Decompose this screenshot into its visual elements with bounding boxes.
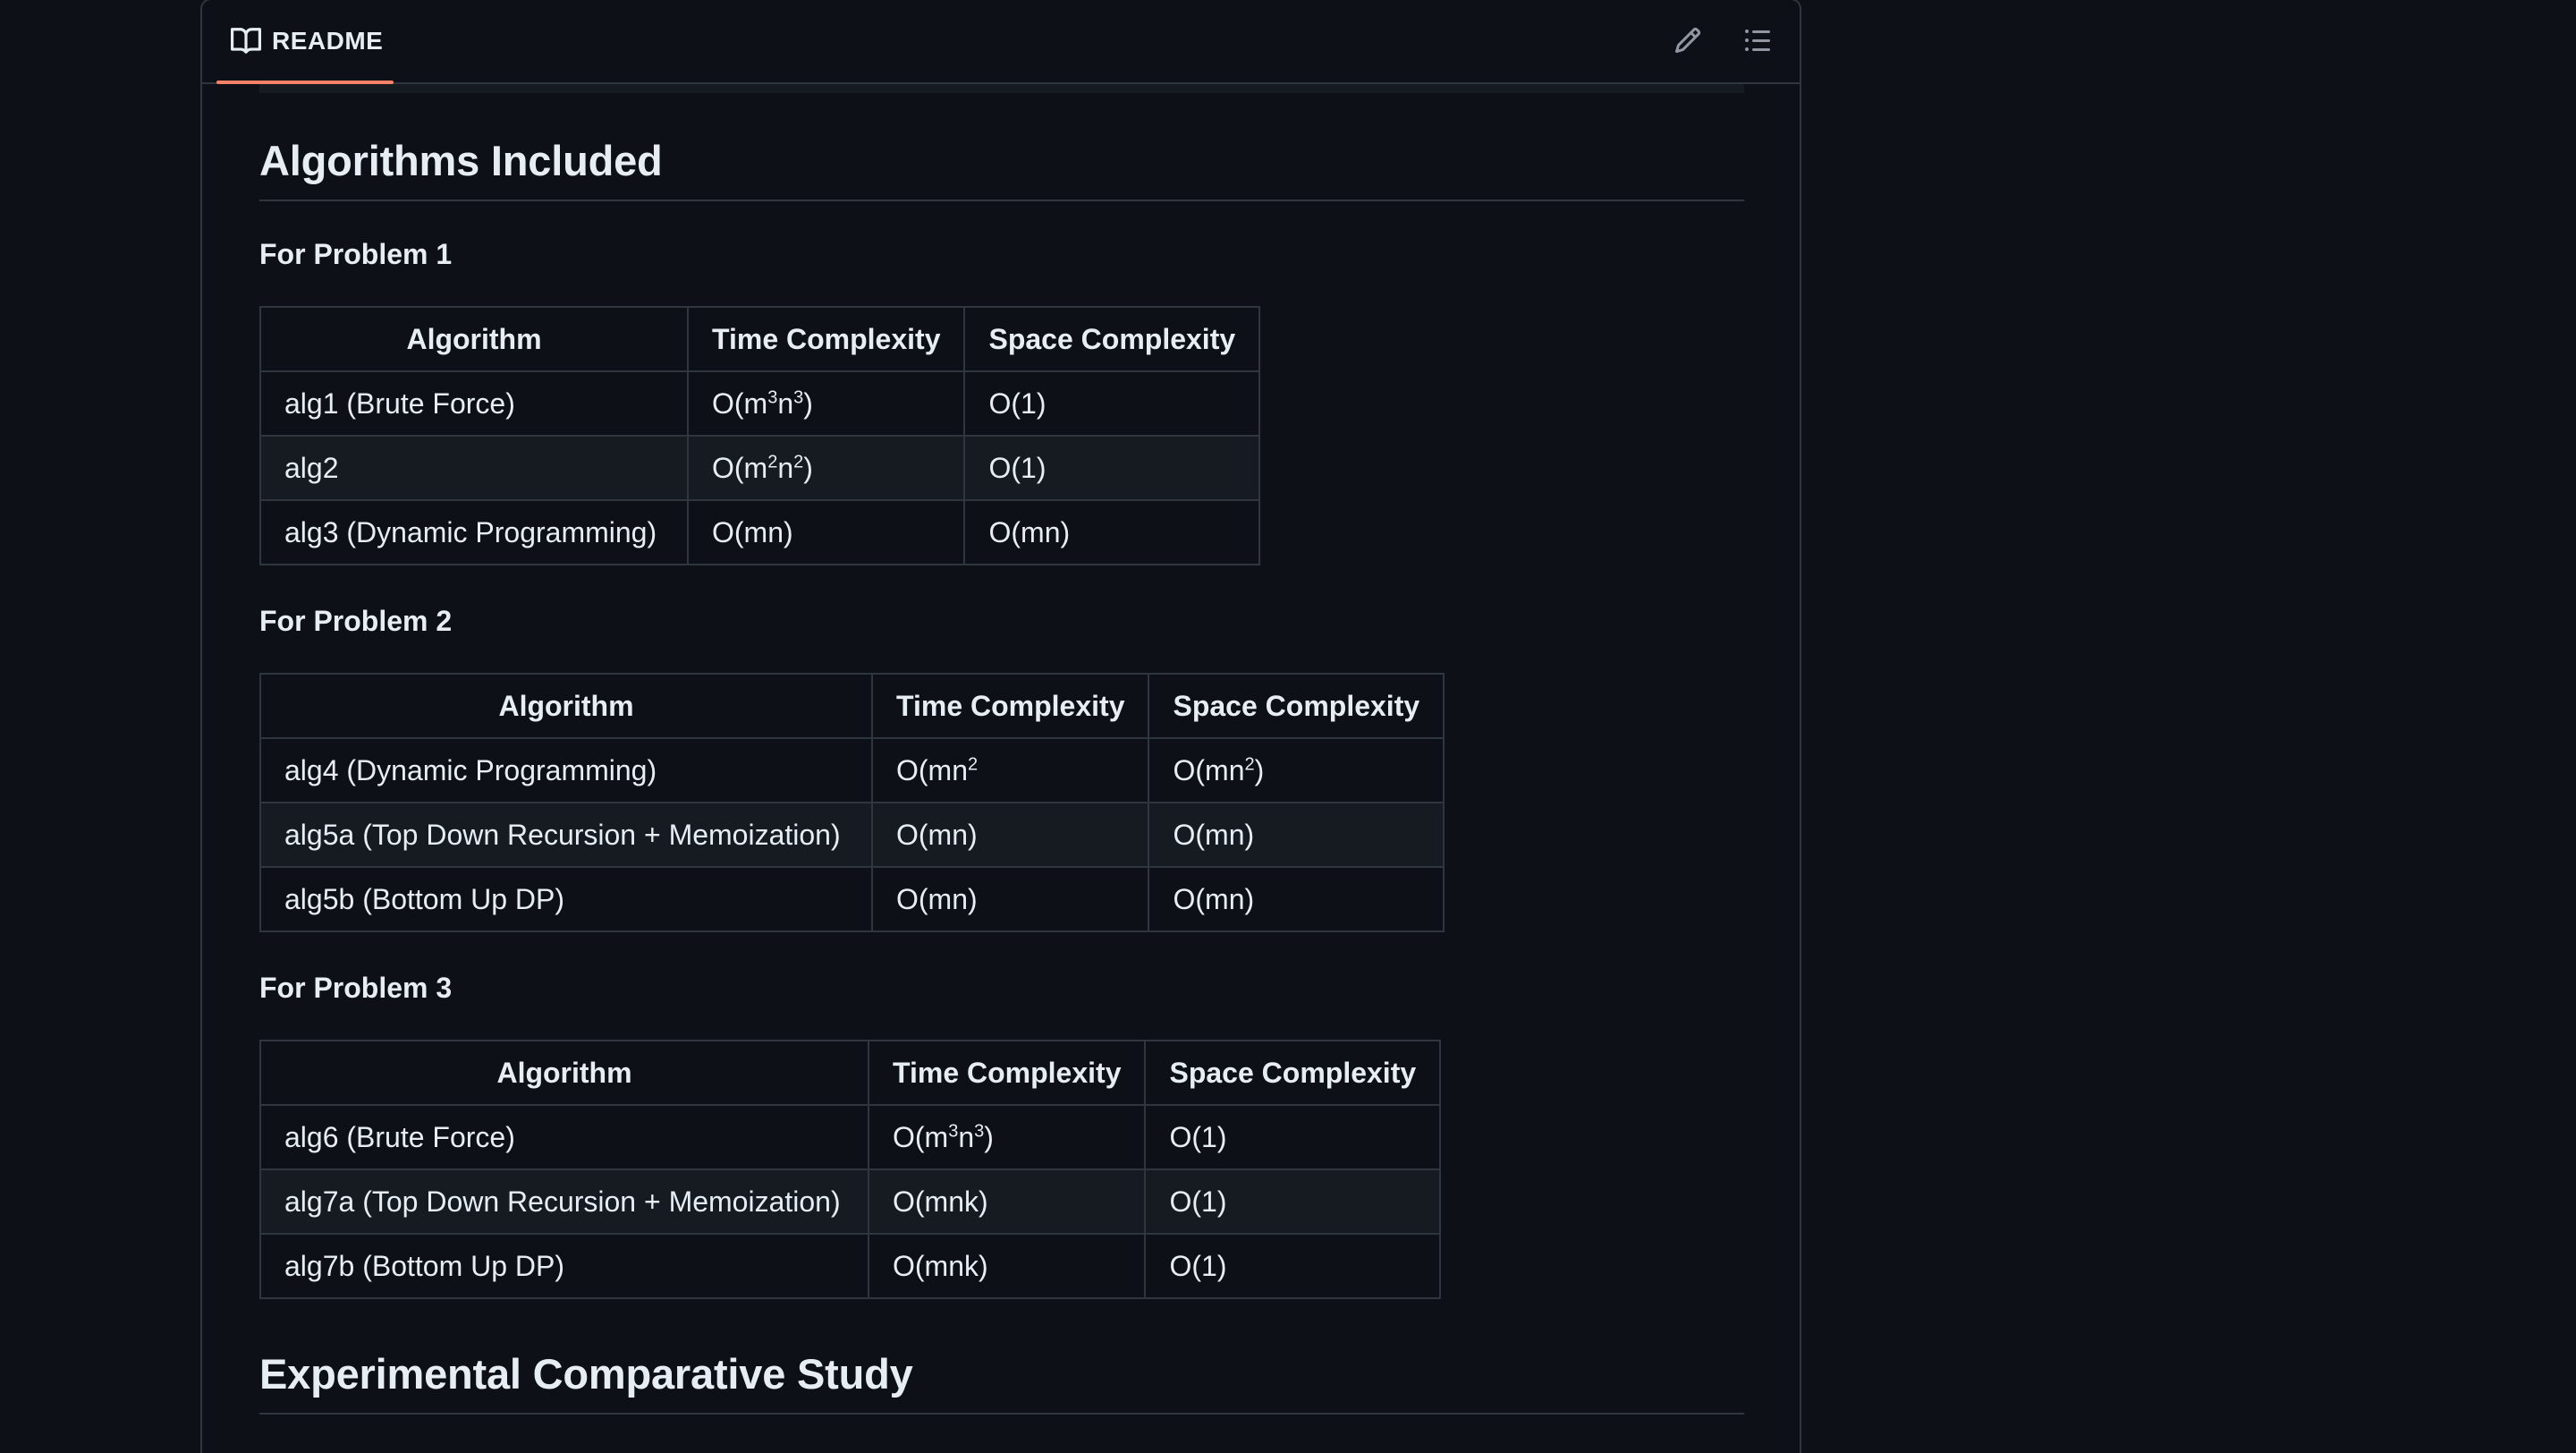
table-row: alg5a (Top Down Recursion + Memoization)… (259, 802, 1445, 868)
table-row: alg7b (Bottom Up DP) O(mnk) O(1) (259, 1233, 1442, 1299)
algorithm-cell: alg2 (259, 435, 689, 501)
table-row: alg6 (Brute Force) O(m3n3) O(1) (259, 1104, 1442, 1170)
section-heading-experimental-study: Experimental Comparative Study (259, 1349, 1744, 1415)
table-row: alg4 (Dynamic Programming) O(mn2 O(mn2) (259, 737, 1445, 803)
time-complexity-cell: O(m3n3) (867, 1104, 1147, 1170)
readme-tab[interactable]: README (216, 0, 394, 84)
time-complexity-cell: O(mnk) (867, 1168, 1147, 1235)
space-complexity-cell: O(1) (963, 370, 1261, 437)
time-complexity-cell: O(mn) (686, 499, 966, 565)
time-complexity-cell: O(m2n2) (686, 435, 966, 501)
table-row: alg1 (Brute Force) O(m3n3) O(1) (259, 370, 1261, 437)
time-complexity-cell: O(mn) (870, 802, 1150, 868)
readme-container: README Algorithms Included For Problem 1… (200, 0, 1801, 1453)
column-header-space: Space Complexity (1148, 673, 1445, 739)
algorithm-cell: alg7a (Top Down Recursion + Memoization) (259, 1168, 869, 1235)
problem-2-heading: For Problem 2 (259, 605, 453, 637)
column-header-time: Time Complexity (870, 673, 1150, 739)
space-complexity-cell: O(1) (1144, 1168, 1442, 1235)
book-icon (231, 26, 262, 56)
column-header-algorithm: Algorithm (259, 1040, 869, 1106)
problem-1-table: Algorithm Time Complexity Space Complexi… (259, 306, 1261, 565)
section-heading-algorithms: Algorithms Included (259, 136, 1744, 201)
table-row: alg3 (Dynamic Programming) O(mn) O(mn) (259, 499, 1261, 565)
space-complexity-cell: O(mn) (1148, 866, 1445, 932)
space-complexity-cell: O(mn) (963, 499, 1261, 565)
column-header-time: Time Complexity (867, 1040, 1147, 1106)
space-complexity-cell: O(1) (1144, 1104, 1442, 1170)
column-header-algorithm: Algorithm (259, 673, 873, 739)
table-row: alg2 O(m2n2) O(1) (259, 435, 1261, 501)
list-unordered-icon (1743, 26, 1772, 59)
page: README Algorithms Included For Problem 1… (0, 0, 2576, 1453)
column-header-space: Space Complexity (1144, 1040, 1442, 1106)
space-complexity-cell: O(mn) (1148, 802, 1445, 868)
time-complexity-cell: O(mn2 (870, 737, 1150, 803)
space-complexity-cell: O(1) (1144, 1233, 1442, 1299)
table-row: alg7a (Top Down Recursion + Memoization)… (259, 1168, 1442, 1235)
space-complexity-cell: O(mn2) (1148, 737, 1445, 803)
problem-2-table: Algorithm Time Complexity Space Complexi… (259, 673, 1445, 932)
time-complexity-cell: O(m3n3) (686, 370, 966, 437)
previous-section-rule (259, 84, 1744, 93)
time-complexity-cell: O(mn) (870, 866, 1150, 932)
table-header-row: Algorithm Time Complexity Space Complexi… (259, 306, 1261, 372)
readme-header: README (202, 0, 1800, 84)
problem-3-table: Algorithm Time Complexity Space Complexi… (259, 1040, 1442, 1299)
space-complexity-cell: O(1) (963, 435, 1261, 501)
markdown-body: Algorithms Included For Problem 1 Algori… (259, 84, 1744, 1415)
readme-tab-label: README (272, 27, 384, 55)
problem-3-heading: For Problem 3 (259, 972, 453, 1004)
algorithm-cell: alg7b (Bottom Up DP) (259, 1233, 869, 1299)
algorithm-cell: alg3 (Dynamic Programming) (259, 499, 689, 565)
algorithm-cell: alg5a (Top Down Recursion + Memoization) (259, 802, 873, 868)
algorithm-cell: alg6 (Brute Force) (259, 1104, 869, 1170)
algorithm-cell: alg4 (Dynamic Programming) (259, 737, 873, 803)
column-header-space: Space Complexity (963, 306, 1261, 372)
algorithm-cell: alg5b (Bottom Up DP) (259, 866, 873, 932)
column-header-algorithm: Algorithm (259, 306, 689, 372)
edit-file-button[interactable] (1667, 21, 1708, 63)
pencil-icon (1674, 26, 1702, 59)
outline-button[interactable] (1737, 21, 1778, 63)
table-header-row: Algorithm Time Complexity Space Complexi… (259, 1040, 1442, 1106)
table-header-row: Algorithm Time Complexity Space Complexi… (259, 673, 1445, 739)
column-header-time: Time Complexity (686, 306, 966, 372)
time-complexity-cell: O(mnk) (867, 1233, 1147, 1299)
table-row: alg5b (Bottom Up DP) O(mn) O(mn) (259, 866, 1445, 932)
algorithm-cell: alg1 (Brute Force) (259, 370, 689, 437)
problem-1-heading: For Problem 1 (259, 238, 453, 270)
